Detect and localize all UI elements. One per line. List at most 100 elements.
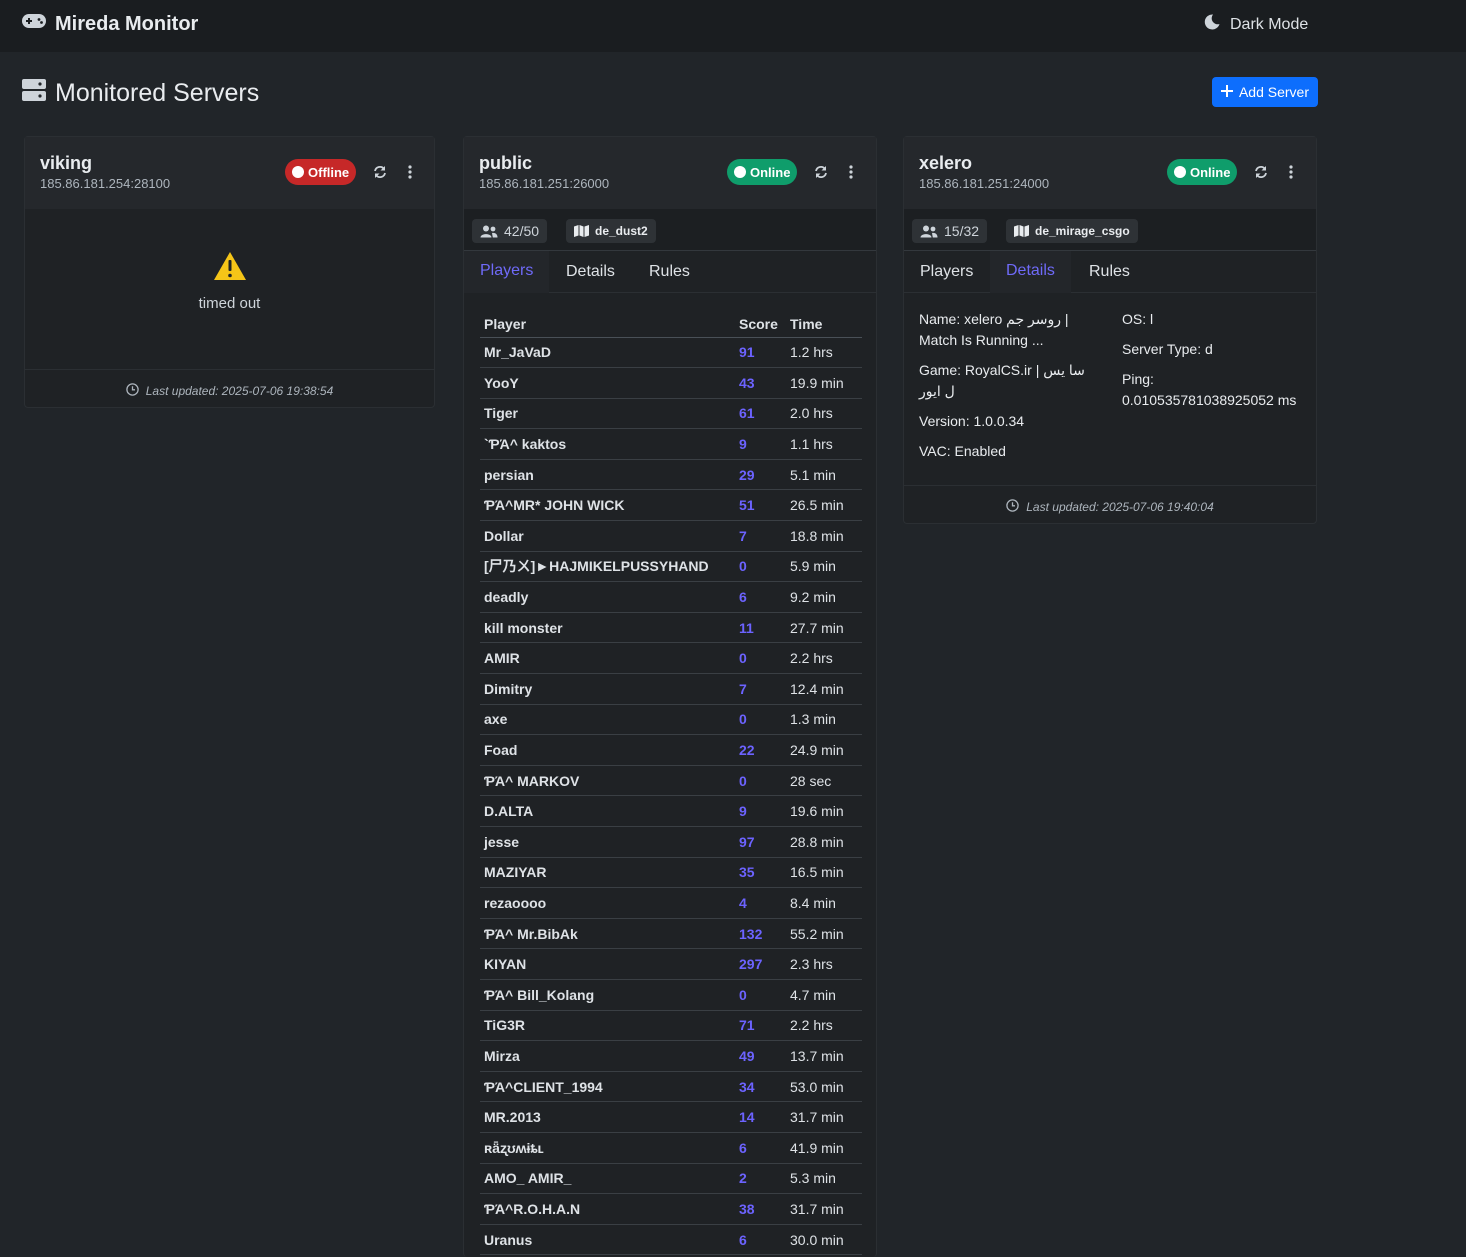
server-address: 185.86.181.251:26000 xyxy=(479,176,610,191)
tab-details[interactable]: Details xyxy=(550,251,631,293)
table-row: Dimitry 7 12.4 min xyxy=(480,673,862,705)
table-row: deadly 6 9.2 min xyxy=(480,581,862,613)
table-row: Tiger 61 2.0 hrs xyxy=(480,398,862,430)
player-time-cell: 26.5 min xyxy=(786,489,862,522)
column-score: Score xyxy=(735,309,786,338)
player-count-badge: 15/32 xyxy=(912,219,988,243)
table-row: jesse 97 28.8 min xyxy=(480,826,862,858)
detail-label: Game: xyxy=(919,362,962,378)
table-row: Mr_JaVaD 91 1.2 hrs xyxy=(480,337,862,369)
table-row: ƤΆ^ Mr.BibAk 132 55.2 min xyxy=(480,918,862,950)
player-time-cell: 41.9 min xyxy=(786,1132,862,1164)
player-score-cell: 22 xyxy=(735,734,786,766)
tab-rules[interactable]: Rules xyxy=(633,251,706,293)
player-score-cell: 0 xyxy=(735,979,786,1011)
detail-version: Version: 1.0.0.34 xyxy=(919,411,1089,432)
player-score-cell: 0 xyxy=(735,704,786,736)
more-menu-button[interactable] xyxy=(400,161,420,183)
tab-details[interactable]: Details xyxy=(990,251,1071,293)
detail-ping: Ping: 0.010535781038925052 ms xyxy=(1122,369,1312,411)
table-row: persian 29 5.1 min xyxy=(480,459,862,491)
server-address: 185.86.181.251:24000 xyxy=(919,176,1050,191)
player-time-cell: 2.0 hrs xyxy=(786,398,862,430)
card-header: viking 185.86.181.254:28100 Offline xyxy=(25,137,434,209)
tab-players[interactable]: Players xyxy=(904,251,989,293)
player-time-cell: 28 sec xyxy=(786,765,862,797)
add-server-button[interactable]: Add Server xyxy=(1212,77,1318,107)
table-row: `ƤΆ^ kaktos 9 1.1 hrs xyxy=(480,428,862,460)
page-title: Monitored Servers xyxy=(21,78,259,109)
server-icon xyxy=(21,78,47,109)
more-menu-button[interactable] xyxy=(841,161,861,183)
player-time-cell: 5.9 min xyxy=(786,551,862,583)
player-name-cell: Mirza xyxy=(480,1040,735,1072)
player-name-cell: `ƤΆ^ kaktos xyxy=(480,428,735,460)
table-row: ƤΆ^ Bill_Kolang 0 4.7 min xyxy=(480,979,862,1011)
table-row: rezaoooo 4 8.4 min xyxy=(480,887,862,919)
status-badge: Online xyxy=(1167,159,1238,185)
detail-vac: VAC: Enabled xyxy=(919,441,1089,462)
brand[interactable]: Mireda Monitor xyxy=(21,12,198,36)
map-badge: de_dust2 xyxy=(566,219,656,243)
detail-label: VAC: xyxy=(919,443,951,459)
player-time-cell: 27.7 min xyxy=(786,612,862,644)
details-left-column: Name: xelero روسر جم | Match Is Running … xyxy=(919,309,1089,471)
users-icon xyxy=(920,225,938,237)
player-name-cell: deadly xyxy=(480,581,735,613)
detail-label: Ping: xyxy=(1122,371,1154,387)
status-dot-icon xyxy=(1174,166,1186,178)
detail-label: Name: xyxy=(919,311,961,327)
player-time-cell: 2.2 hrs xyxy=(786,1010,862,1042)
server-card-xelero: xelero 185.86.181.251:24000 Online 15/32… xyxy=(903,136,1317,524)
player-score-cell: 7 xyxy=(735,673,786,705)
player-name-cell: axe xyxy=(480,704,735,736)
player-time-cell: 1.3 min xyxy=(786,704,862,736)
warning-icon xyxy=(213,251,247,285)
app-title: Mireda Monitor xyxy=(55,12,199,35)
player-time-cell: 53.0 min xyxy=(786,1071,862,1103)
player-score-cell: 0 xyxy=(735,642,786,675)
refresh-button[interactable] xyxy=(811,161,831,183)
player-score-cell: 2 xyxy=(735,1163,786,1195)
users-icon xyxy=(480,225,498,237)
player-score-cell: 7 xyxy=(735,520,786,552)
player-score-cell: 43 xyxy=(735,367,786,399)
refresh-button[interactable] xyxy=(1251,161,1271,183)
server-tabs: Players Details Rules xyxy=(904,251,1316,293)
server-name: public xyxy=(479,153,532,173)
detail-label: Server Type: xyxy=(1122,341,1202,357)
detail-os: OS: l xyxy=(1122,309,1312,330)
page-title-text: Monitored Servers xyxy=(55,79,260,107)
map-name: de_dust2 xyxy=(595,224,648,238)
status-dot-icon xyxy=(292,166,304,178)
player-score-cell: 14 xyxy=(735,1101,786,1133)
player-score-cell: 51 xyxy=(735,489,786,522)
more-menu-button[interactable] xyxy=(1281,161,1301,183)
detail-server-type: Server Type: d xyxy=(1122,339,1312,360)
table-row: ƤΆ^R.O.H.A.N 38 31.7 min xyxy=(480,1193,862,1225)
player-name-cell: kill monster xyxy=(480,612,735,644)
tab-rules[interactable]: Rules xyxy=(1073,251,1146,293)
table-row: ƤΆ^MR* JOHN WICK 51 26.5 min xyxy=(480,489,862,522)
dark-mode-toggle[interactable]: Dark Mode xyxy=(1203,13,1308,36)
player-time-cell: 2.3 hrs xyxy=(786,948,862,980)
player-name-cell: rezaoooo xyxy=(480,887,735,919)
refresh-icon xyxy=(815,166,827,178)
detail-value: 0.010535781038925052 ms xyxy=(1122,392,1297,408)
table-row: axe 0 1.3 min xyxy=(480,704,862,736)
player-time-cell: 12.4 min xyxy=(786,673,862,705)
refresh-button[interactable] xyxy=(370,161,390,183)
refresh-icon xyxy=(1255,166,1267,178)
last-updated-text: Last updated: 2025-07-06 19:38:54 xyxy=(145,383,334,398)
tab-players[interactable]: Players xyxy=(464,251,550,293)
table-row: Uranus 6 30.0 min xyxy=(480,1224,862,1256)
detail-name: Name: xelero روسر جم | Match Is Running … xyxy=(919,309,1089,351)
player-count: 42/50 xyxy=(504,223,540,239)
status-badge: Online xyxy=(727,159,798,185)
player-score-cell: 0 xyxy=(735,765,786,797)
error-panel: timed out xyxy=(25,209,434,371)
player-name-cell: MR.2013 xyxy=(480,1101,735,1133)
player-time-cell: 4.7 min xyxy=(786,979,862,1011)
player-score-cell: 6 xyxy=(735,1132,786,1164)
table-row: TiG3R 71 2.2 hrs xyxy=(480,1010,862,1042)
